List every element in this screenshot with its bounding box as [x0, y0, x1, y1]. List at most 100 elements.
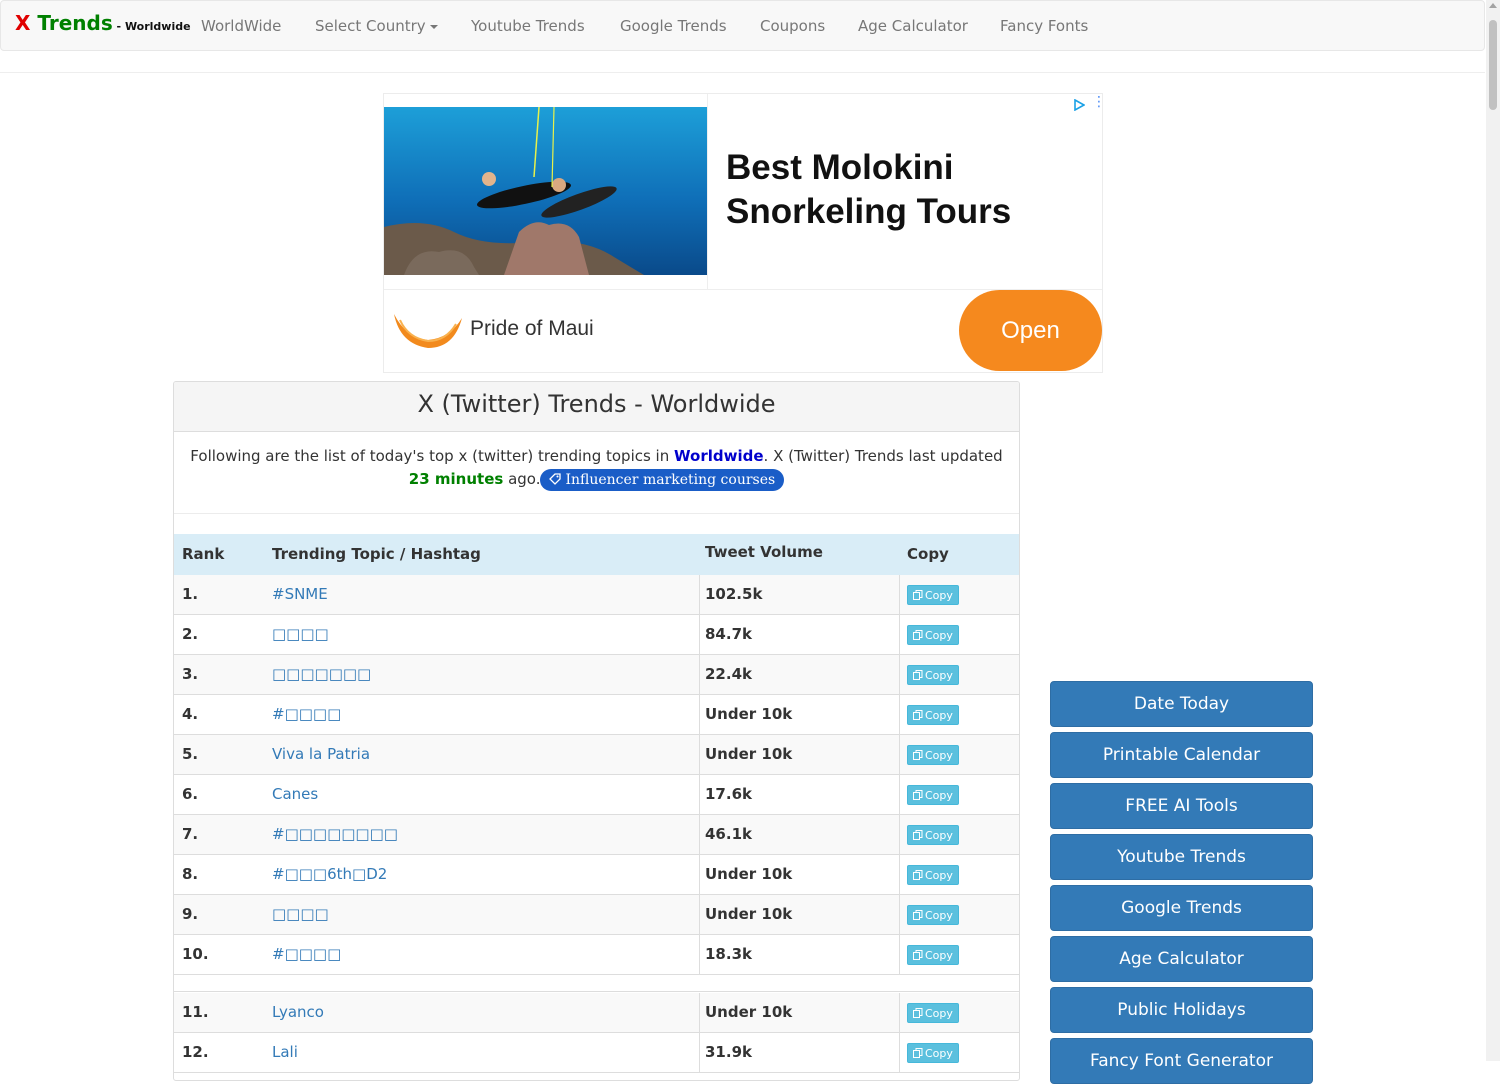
advertisement[interactable]: Best Molokini Snorkeling Tours Pride of … — [383, 93, 1106, 373]
row-topic-link[interactable]: #□□□□ — [272, 945, 341, 963]
cell-divider — [899, 695, 900, 734]
copy-icon — [913, 910, 923, 920]
nav-google-trends[interactable]: Google Trends — [620, 17, 727, 35]
ad-advertiser-name[interactable]: Pride of Maui — [470, 317, 594, 341]
copy-label: Copy — [925, 709, 953, 722]
copy-icon — [913, 590, 923, 600]
row-rank: 2. — [182, 625, 199, 643]
nav-age-calculator[interactable]: Age Calculator — [858, 17, 968, 35]
copy-button[interactable]: Copy — [907, 865, 959, 885]
copy-button[interactable]: Copy — [907, 665, 959, 685]
table-row: 12. Lali 31.9k Copy — [174, 1033, 1019, 1073]
cell-divider — [699, 855, 700, 894]
influencer-courses-link[interactable]: Influencer marketing courses — [540, 469, 785, 491]
table-row: 1. #SNME 102.5k Copy — [174, 575, 1019, 615]
cell-divider — [899, 815, 900, 854]
copy-button[interactable]: Copy — [907, 1043, 959, 1063]
row-rank: 1. — [182, 585, 199, 603]
cell-divider — [699, 935, 700, 974]
row-topic-link[interactable]: Canes — [272, 785, 318, 803]
table-row: 7. #□□□□□□□□ 46.1k Copy — [174, 815, 1019, 855]
nav-select-country-label: Select Country — [315, 17, 426, 35]
tag-icon — [549, 473, 562, 485]
row-topic-link[interactable]: □□□□ — [272, 905, 329, 923]
table-row: 6. Canes 17.6k Copy — [174, 775, 1019, 815]
row-topic-link[interactable]: □□□□ — [272, 625, 329, 643]
row-volume: 31.9k — [705, 1043, 752, 1061]
nav-worldwide[interactable]: WorldWide — [201, 17, 281, 35]
nav-select-country[interactable]: Select Country — [315, 17, 438, 35]
row-topic-link[interactable]: Lyanco — [272, 1003, 324, 1021]
row-volume: Under 10k — [705, 865, 793, 883]
copy-icon — [913, 750, 923, 760]
copy-icon — [913, 670, 923, 680]
cell-divider — [699, 735, 700, 774]
nav-fancy-fonts[interactable]: Fancy Fonts — [1000, 17, 1088, 35]
sidebar-button[interactable]: Public Holidays — [1050, 987, 1313, 1033]
copy-button[interactable]: Copy — [907, 785, 959, 805]
copy-button[interactable]: Copy — [907, 945, 959, 965]
brand-x: X — [15, 11, 31, 35]
copy-button[interactable]: Copy — [907, 705, 959, 725]
copy-label: Copy — [925, 749, 953, 762]
copy-button[interactable]: Copy — [907, 585, 959, 605]
row-topic-link[interactable]: #□□□□□□□□ — [272, 825, 398, 843]
header-topic: Trending Topic / Hashtag — [272, 545, 481, 563]
row-rank: 9. — [182, 905, 199, 923]
row-rank: 10. — [182, 945, 209, 963]
sidebar-button[interactable]: FREE AI Tools — [1050, 783, 1313, 829]
ad-headline[interactable]: Best Molokini Snorkeling Tours — [726, 146, 1086, 234]
ad-snorkel-image[interactable] — [384, 107, 707, 275]
sidebar-button[interactable]: Fancy Font Generator — [1050, 1038, 1313, 1084]
sidebar-button[interactable]: Date Today — [1050, 681, 1313, 727]
row-volume: Under 10k — [705, 1003, 793, 1021]
copy-label: Copy — [925, 669, 953, 682]
cell-divider — [699, 615, 700, 654]
cell-divider — [699, 815, 700, 854]
sidebar-button[interactable]: Youtube Trends — [1050, 834, 1313, 880]
table-row: 3. □□□□□□□ 22.4k Copy — [174, 655, 1019, 695]
copy-button[interactable]: Copy — [907, 625, 959, 645]
copy-button[interactable]: Copy — [907, 1003, 959, 1023]
cell-divider — [899, 615, 900, 654]
row-rank: 7. — [182, 825, 199, 843]
location-link[interactable]: Worldwide — [674, 447, 764, 465]
cell-divider — [899, 655, 900, 694]
sidebar-button[interactable]: Printable Calendar — [1050, 732, 1313, 778]
ad-advertiser-logo — [390, 308, 464, 356]
page-scrollbar[interactable] — [1486, 0, 1500, 1061]
sidebar-button[interactable]: Age Calculator — [1050, 936, 1313, 982]
copy-button[interactable]: Copy — [907, 905, 959, 925]
ad-menu-icon[interactable]: ⋮ — [1092, 95, 1106, 109]
row-topic-link[interactable]: #SNME — [272, 585, 328, 603]
site-brand[interactable]: X Trends - Worldwide — [15, 11, 191, 35]
table-row: 10. #□□□□ 18.3k Copy — [174, 935, 1019, 975]
ad-choices-icon[interactable] — [1073, 96, 1086, 115]
row-topic-link[interactable]: #□□□□ — [272, 705, 341, 723]
row-rank: 11. — [182, 1003, 209, 1021]
scroll-thumb[interactable] — [1489, 20, 1497, 110]
copy-button[interactable]: Copy — [907, 825, 959, 845]
scroll-up-arrow-icon[interactable] — [1489, 3, 1497, 8]
row-topic-link[interactable]: □□□□□□□ — [272, 665, 371, 683]
cell-divider — [699, 895, 700, 934]
cell-divider — [899, 895, 900, 934]
copy-label: Copy — [925, 949, 953, 962]
row-rank: 5. — [182, 745, 199, 763]
sidebar-button[interactable]: Google Trends — [1050, 885, 1313, 931]
row-volume: 102.5k — [705, 585, 763, 603]
header-volume: Tweet Volume — [705, 543, 823, 561]
header-copy: Copy — [907, 545, 949, 563]
ad-open-button[interactable]: Open — [959, 290, 1102, 371]
intro-separator — [174, 513, 1019, 514]
row-topic-link[interactable]: #□□□6th□D2 — [272, 865, 387, 883]
nav-youtube-trends[interactable]: Youtube Trends — [471, 17, 585, 35]
brand-trends: Trends — [30, 11, 113, 35]
row-topic-link[interactable]: Viva la Patria — [272, 745, 370, 763]
table-row: 2. □□□□ 84.7k Copy — [174, 615, 1019, 655]
row-topic-link[interactable]: Lali — [272, 1043, 298, 1061]
copy-button[interactable]: Copy — [907, 745, 959, 765]
cell-divider — [899, 575, 900, 614]
nav-coupons[interactable]: Coupons — [760, 17, 825, 35]
copy-label: Copy — [925, 629, 953, 642]
